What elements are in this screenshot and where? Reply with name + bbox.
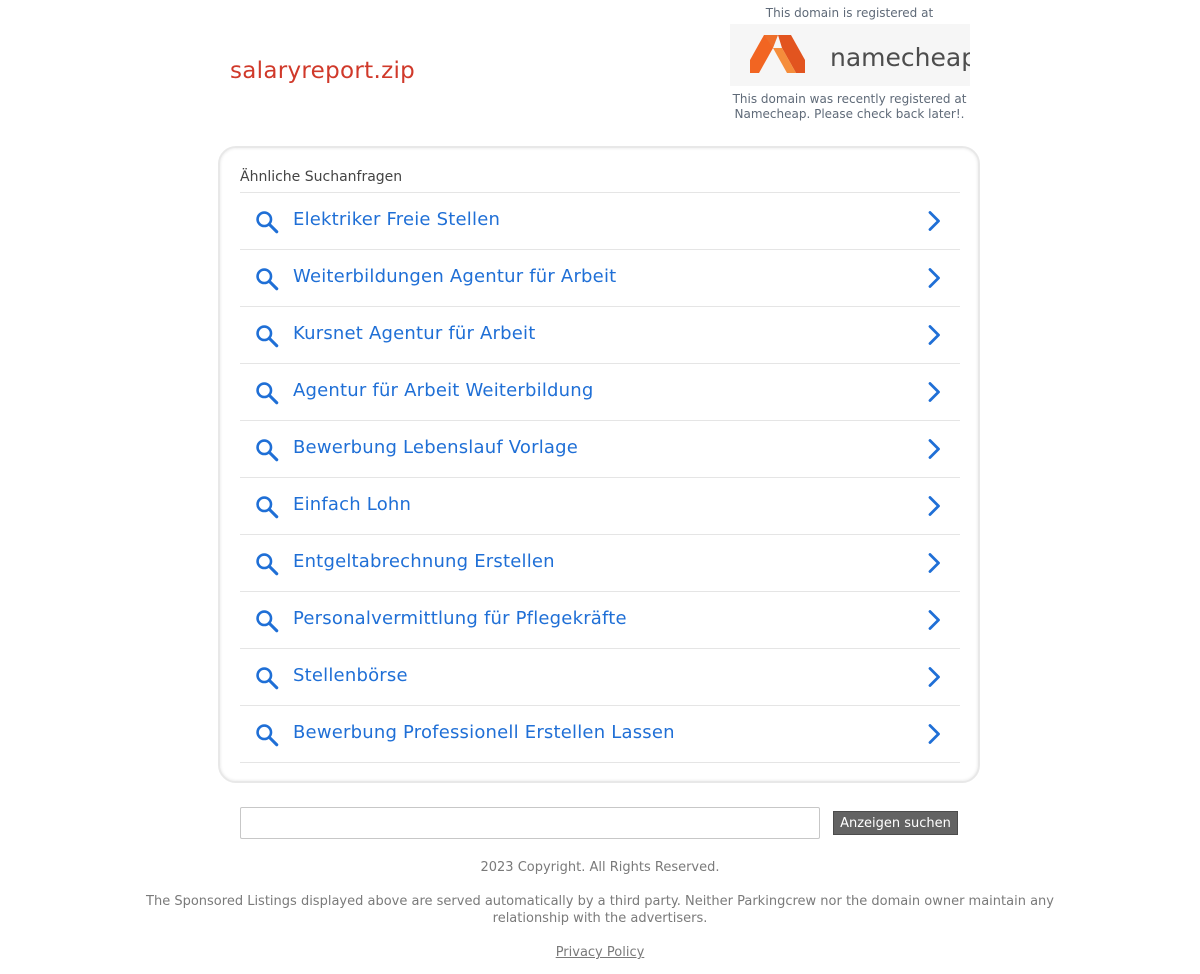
related-search-label[interactable]: Stellenbörse: [293, 665, 408, 686]
search-icon: [256, 325, 279, 348]
related-search-link[interactable]: Stellenbörse: [240, 649, 960, 706]
search-icon: [256, 268, 279, 291]
related-search-link[interactable]: Kursnet Agentur für Arbeit: [240, 307, 960, 364]
related-search-link[interactable]: Bewerbung Lebenslauf Vorlage: [240, 421, 960, 478]
registrar-intro: This domain is registered at: [765, 6, 934, 20]
related-search-label[interactable]: Weiterbildungen Agentur für Arbeit: [293, 266, 616, 287]
chevron-right-icon: [928, 439, 940, 459]
namecheap-logo[interactable]: namecheap: [729, 24, 970, 86]
search-icon: [256, 496, 279, 519]
search-icon: [256, 439, 279, 462]
search-icon: [256, 553, 279, 576]
related-search-label[interactable]: Bewerbung Professionell Erstellen Lassen: [293, 722, 675, 743]
related-searches-list: Elektriker Freie Stellen Weiterbildungen …: [240, 192, 960, 763]
search-icon: [256, 610, 279, 633]
registrar-note: This domain was recently registered at N…: [732, 92, 967, 121]
related-search-label[interactable]: Entgeltabrechnung Erstellen: [293, 551, 555, 572]
related-search-link[interactable]: Agentur für Arbeit Weiterbildung: [240, 364, 960, 421]
chevron-right-icon: [928, 496, 940, 516]
parked-domain-page: salaryreport.zip This domain is register…: [0, 0, 1200, 974]
related-search-label[interactable]: Agentur für Arbeit Weiterbildung: [293, 380, 594, 401]
chevron-right-icon: [928, 268, 940, 288]
chevron-right-icon: [928, 667, 940, 687]
copyright-text: 2023 Copyright. All Rights Reserved.: [480, 860, 720, 875]
search-input[interactable]: [240, 807, 820, 839]
chevron-right-icon: [928, 553, 940, 573]
related-search-link[interactable]: Einfach Lohn: [240, 478, 960, 535]
related-search-link[interactable]: Weiterbildungen Agentur für Arbeit: [240, 250, 960, 307]
namecheap-logo-text: namecheap: [830, 43, 970, 72]
chevron-right-icon: [928, 325, 940, 345]
search-icon: [256, 667, 279, 690]
related-search-label[interactable]: Einfach Lohn: [293, 494, 411, 515]
related-search-label[interactable]: Kursnet Agentur für Arbeit: [293, 323, 536, 344]
related-search-link[interactable]: Bewerbung Professionell Erstellen Lassen: [240, 706, 960, 763]
related-search-label[interactable]: Bewerbung Lebenslauf Vorlage: [293, 437, 578, 458]
related-search-link[interactable]: Entgeltabrechnung Erstellen: [240, 535, 960, 592]
related-search-link[interactable]: Personalvermittlung für Pflegekräfte: [240, 592, 960, 649]
related-search-link[interactable]: Elektriker Freie Stellen: [240, 193, 960, 250]
domain-title: salaryreport.zip: [230, 58, 416, 84]
chevron-right-icon: [928, 724, 940, 744]
related-search-label[interactable]: Personalvermittlung für Pflegekräfte: [293, 608, 627, 629]
related-search-label[interactable]: Elektriker Freie Stellen: [293, 209, 500, 230]
privacy-policy-container: Privacy Policy: [140, 944, 1060, 961]
privacy-policy-link[interactable]: Privacy Policy: [556, 945, 645, 960]
search-icon: [256, 211, 279, 234]
search-icon: [256, 382, 279, 405]
search-ads-button[interactable]: Anzeigen suchen: [833, 811, 958, 835]
disclaimer-text: The Sponsored Listings displayed above a…: [146, 894, 1054, 926]
chevron-right-icon: [928, 610, 940, 630]
search-icon: [256, 724, 279, 747]
related-searches-heading: Ähnliche Suchanfragen: [240, 169, 403, 185]
chevron-right-icon: [928, 382, 940, 402]
chevron-right-icon: [928, 211, 940, 231]
registrar-panel: This domain is registered at namecheap T…: [722, 6, 977, 122]
